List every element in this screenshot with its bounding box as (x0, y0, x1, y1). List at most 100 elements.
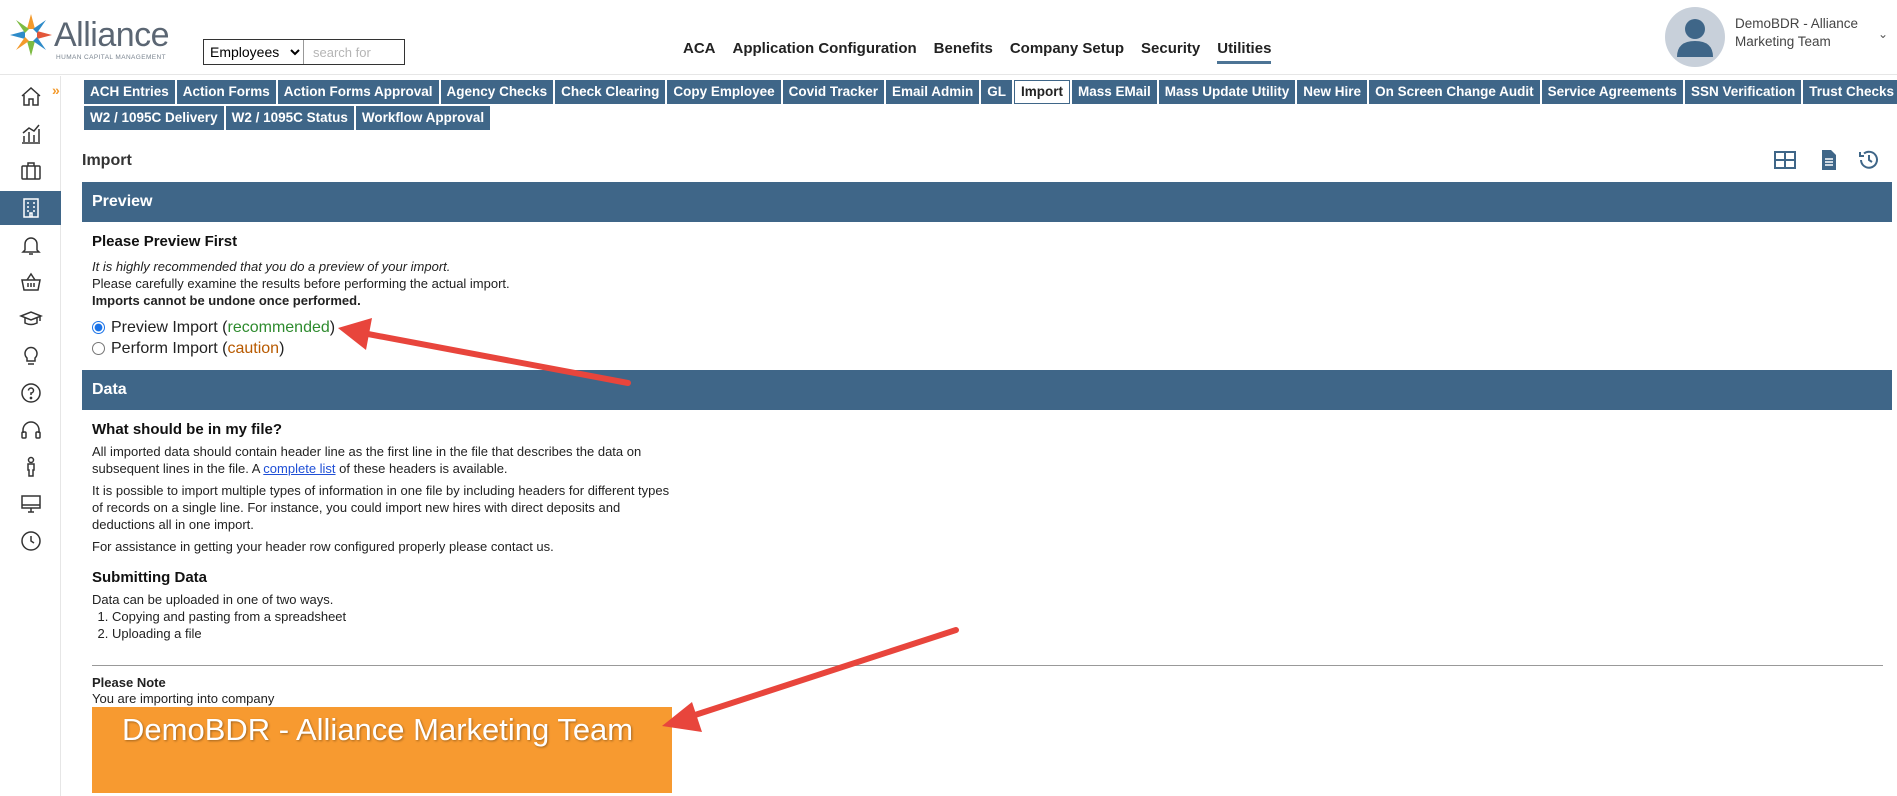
rail-support[interactable] (0, 413, 61, 447)
topnav-aca[interactable]: ACA (683, 40, 716, 64)
topnav-application-configuration[interactable]: Application Configuration (733, 40, 917, 64)
topnav-company-setup[interactable]: Company Setup (1010, 40, 1124, 64)
tab-action-forms-approval[interactable]: Action Forms Approval (277, 80, 439, 104)
preview-import-label: Preview Import (111, 318, 218, 336)
preview-content: Please Preview First It is highly recomm… (92, 233, 992, 359)
data-paragraph-2: It is possible to import multiple types … (92, 483, 670, 532)
tab-trust-checks[interactable]: Trust Checks (1803, 80, 1897, 104)
chevron-down-icon[interactable]: ⌄ (1878, 27, 1888, 41)
submitting-steps: Copying and pasting from a spreadsheet U… (112, 608, 682, 642)
rail-company[interactable] (0, 191, 61, 225)
help-icon (20, 383, 41, 403)
tab-gl[interactable]: GL (981, 80, 1012, 104)
preview-import-option[interactable]: Preview Import (recommended) (92, 317, 992, 338)
rail-monitor[interactable] (0, 487, 61, 521)
page-title: Import (82, 152, 132, 169)
preview-line-1: It is highly recommended that you do a p… (92, 259, 451, 274)
search-scope-select[interactable]: Employees (204, 40, 304, 64)
topnav-benefits[interactable]: Benefits (934, 40, 993, 64)
brand-tagline: HUMAN CAPITAL MANAGEMENT (56, 54, 166, 61)
avatar[interactable] (1665, 7, 1725, 67)
preview-import-radio[interactable] (92, 321, 105, 334)
document-icon (1822, 150, 1836, 170)
tab-workflow-approval[interactable]: Workflow Approval (355, 106, 491, 130)
brand-logo[interactable]: Alliance HUMAN CAPITAL MANAGEMENT (8, 12, 170, 62)
list-item: Uploading a file (112, 625, 682, 642)
history-button[interactable] (1855, 146, 1883, 174)
note-text: You are importing into company (92, 691, 275, 706)
tab-action-forms[interactable]: Action Forms (176, 80, 276, 104)
topnav-security[interactable]: Security (1141, 40, 1200, 64)
tab-ach-entries[interactable]: ACH Entries (84, 80, 175, 104)
tab-ssn-verification[interactable]: SSN Verification (1684, 80, 1802, 104)
grid-icon (1774, 151, 1796, 169)
logo-mark-icon (10, 14, 52, 56)
basket-icon (20, 272, 41, 291)
tab-check-clearing[interactable]: Check Clearing (555, 80, 666, 104)
data-content: What should be in my file? All imported … (92, 421, 682, 642)
perform-import-label: Perform Import (111, 339, 218, 357)
rail-history[interactable] (0, 524, 61, 558)
tab-w2-1095c-status[interactable]: W2 / 1095C Status (225, 106, 354, 130)
note-content: Please Note You are importing into compa… (92, 675, 274, 707)
preview-heading: Please Preview First (92, 233, 238, 250)
user-name: DemoBDR - Alliance Marketing Team (1735, 16, 1859, 49)
rail-analytics[interactable] (0, 117, 61, 151)
preview-line-3: Imports cannot be undone once performed. (92, 293, 361, 308)
person-icon (26, 456, 35, 477)
rail-expand-icon[interactable]: » (52, 82, 60, 98)
submitting-intro: Data can be uploaded in one of two ways. (92, 592, 334, 607)
note-heading: Please Note (92, 675, 166, 690)
complete-list-link[interactable]: complete list (263, 461, 335, 476)
clock-icon (20, 531, 41, 551)
rail-learning[interactable] (0, 302, 61, 336)
home-icon (21, 86, 40, 106)
brand-name: Alliance (54, 16, 170, 54)
recommended-note: recommended (227, 318, 330, 336)
data-heading: What should be in my file? (92, 421, 283, 438)
tab-mass-email[interactable]: Mass EMail (1071, 80, 1157, 104)
data-paragraph-3: For assistance in getting your header ro… (92, 539, 554, 554)
search-combo: Employees (203, 39, 405, 65)
monitor-icon (20, 495, 41, 513)
tab-import[interactable]: Import (1013, 80, 1070, 104)
rail-basket[interactable] (0, 265, 61, 299)
tab-service-agreements[interactable]: Service Agreements (1541, 80, 1683, 104)
tab-w2-1095c-delivery[interactable]: W2 / 1095C Delivery (84, 106, 224, 130)
list-item: Copying and pasting from a spreadsheet (112, 608, 682, 625)
top-nav: ACA Application Configuration Benefits C… (683, 40, 1288, 64)
perform-import-radio[interactable] (92, 342, 105, 355)
tab-email-admin[interactable]: Email Admin (885, 80, 980, 104)
rail-ideas[interactable] (0, 339, 61, 373)
submitting-heading: Submitting Data (92, 569, 207, 586)
rail-notifications[interactable] (0, 228, 61, 262)
topnav-utilities[interactable]: Utilities (1217, 40, 1272, 64)
briefcase-icon (20, 162, 41, 180)
tab-on-screen-change-audit[interactable]: On Screen Change Audit (1369, 80, 1540, 104)
preview-line-2: Please carefully examine the results bef… (92, 276, 510, 291)
rail-help[interactable] (0, 376, 61, 410)
preview-section-header: Preview (82, 182, 1892, 222)
history-icon (1859, 150, 1878, 169)
document-button[interactable] (1815, 146, 1843, 174)
data-paragraph-1: All imported data should contain header … (92, 444, 642, 476)
user-menu[interactable]: DemoBDR - Alliance Marketing Team ⌄ (1663, 5, 1897, 69)
search-input[interactable] (304, 40, 404, 64)
tab-mass-update-utility[interactable]: Mass Update Utility (1158, 80, 1296, 104)
tab-new-hire[interactable]: New Hire (1297, 80, 1368, 104)
analytics-icon (21, 124, 40, 144)
rail-person[interactable] (0, 450, 61, 484)
annotation-arrow-company (662, 627, 959, 732)
app-header: Alliance HUMAN CAPITAL MANAGEMENT Employ… (0, 0, 1897, 75)
tab-covid-tracker[interactable]: Covid Tracker (782, 80, 884, 104)
section-divider (92, 665, 1883, 666)
tab-copy-employee[interactable]: Copy Employee (667, 80, 781, 104)
graduation-cap-icon (18, 311, 43, 326)
user-avatar-icon (1677, 19, 1713, 57)
rail-briefcase[interactable] (0, 154, 61, 188)
grid-view-button[interactable] (1771, 146, 1799, 174)
tab-agency-checks[interactable]: Agency Checks (440, 80, 554, 104)
headset-icon (20, 421, 41, 439)
utilities-tabs: ACH Entries Action Forms Action Forms Ap… (84, 80, 1897, 132)
perform-import-option[interactable]: Perform Import (caution) (92, 338, 992, 359)
